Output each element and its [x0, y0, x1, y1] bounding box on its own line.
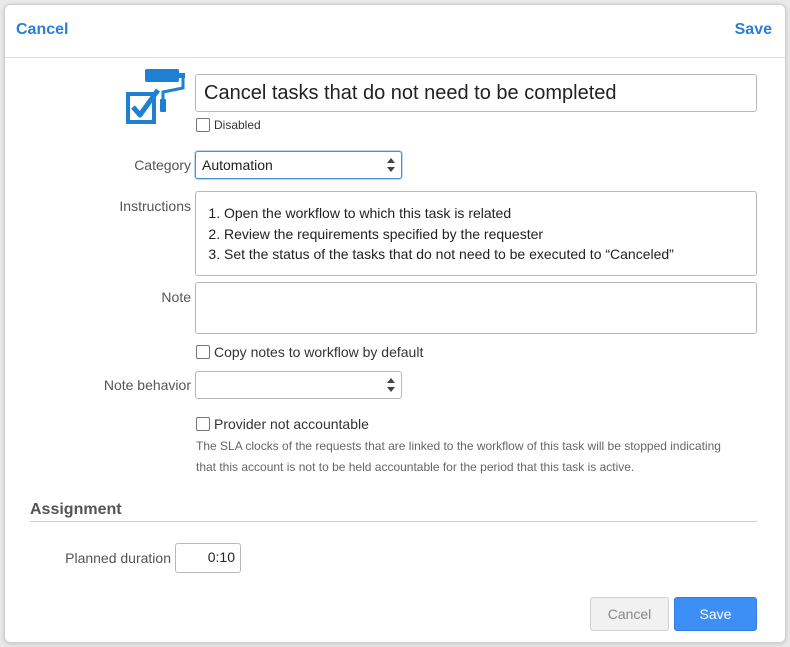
instructions-label: Instructions [119, 198, 191, 214]
select-arrows-icon [387, 378, 395, 392]
instructions-textarea[interactable]: Open the workflow to which this task is … [195, 191, 757, 276]
planned-duration-input[interactable]: 0:10 [175, 543, 241, 573]
instruction-step: Review the requirements specified by the… [224, 224, 756, 245]
task-template-dialog: Cancel Save Cancel tasks that do not nee… [4, 4, 786, 643]
category-label: Category [134, 157, 191, 173]
category-select[interactable]: Automation [195, 151, 402, 179]
header-cancel-link[interactable]: Cancel [16, 21, 68, 39]
provider-hint-line: The SLA clocks of the requests that are … [196, 439, 721, 453]
instruction-step: Open the workflow to which this task is … [224, 203, 756, 224]
assignment-section-title: Assignment [30, 501, 122, 518]
note-behavior-label: Note behavior [103, 377, 191, 393]
category-value: Automation [202, 157, 273, 173]
instruction-step: Set the status of the tasks that do not … [224, 244, 756, 265]
save-button[interactable]: Save [674, 597, 757, 631]
planned-duration-label: Planned duration [65, 550, 171, 566]
note-label: Note [161, 289, 191, 305]
dialog-header: Cancel Save [5, 5, 785, 58]
disabled-label: Disabled [214, 118, 261, 132]
provider-not-accountable-checkbox[interactable] [196, 417, 210, 431]
provider-hint-text: The SLA clocks of the requests that are … [196, 436, 786, 478]
cancel-button[interactable]: Cancel [590, 597, 669, 631]
note-behavior-select[interactable] [195, 371, 402, 399]
assignment-divider [30, 521, 757, 522]
instructions-list: Open the workflow to which this task is … [196, 192, 756, 265]
provider-hint-line: that this account is not to be held acco… [196, 460, 635, 474]
disabled-checkbox[interactable] [196, 118, 210, 132]
note-textarea[interactable] [195, 282, 757, 334]
provider-not-accountable-label: Provider not accountable [214, 416, 369, 432]
paint-roller-checkbox-icon [125, 68, 187, 128]
task-title-input[interactable]: Cancel tasks that do not need to be comp… [195, 74, 757, 112]
copy-notes-checkbox[interactable] [196, 345, 210, 359]
header-save-link[interactable]: Save [735, 21, 772, 39]
select-arrows-icon [387, 158, 395, 172]
copy-notes-label: Copy notes to workflow by default [214, 344, 424, 360]
